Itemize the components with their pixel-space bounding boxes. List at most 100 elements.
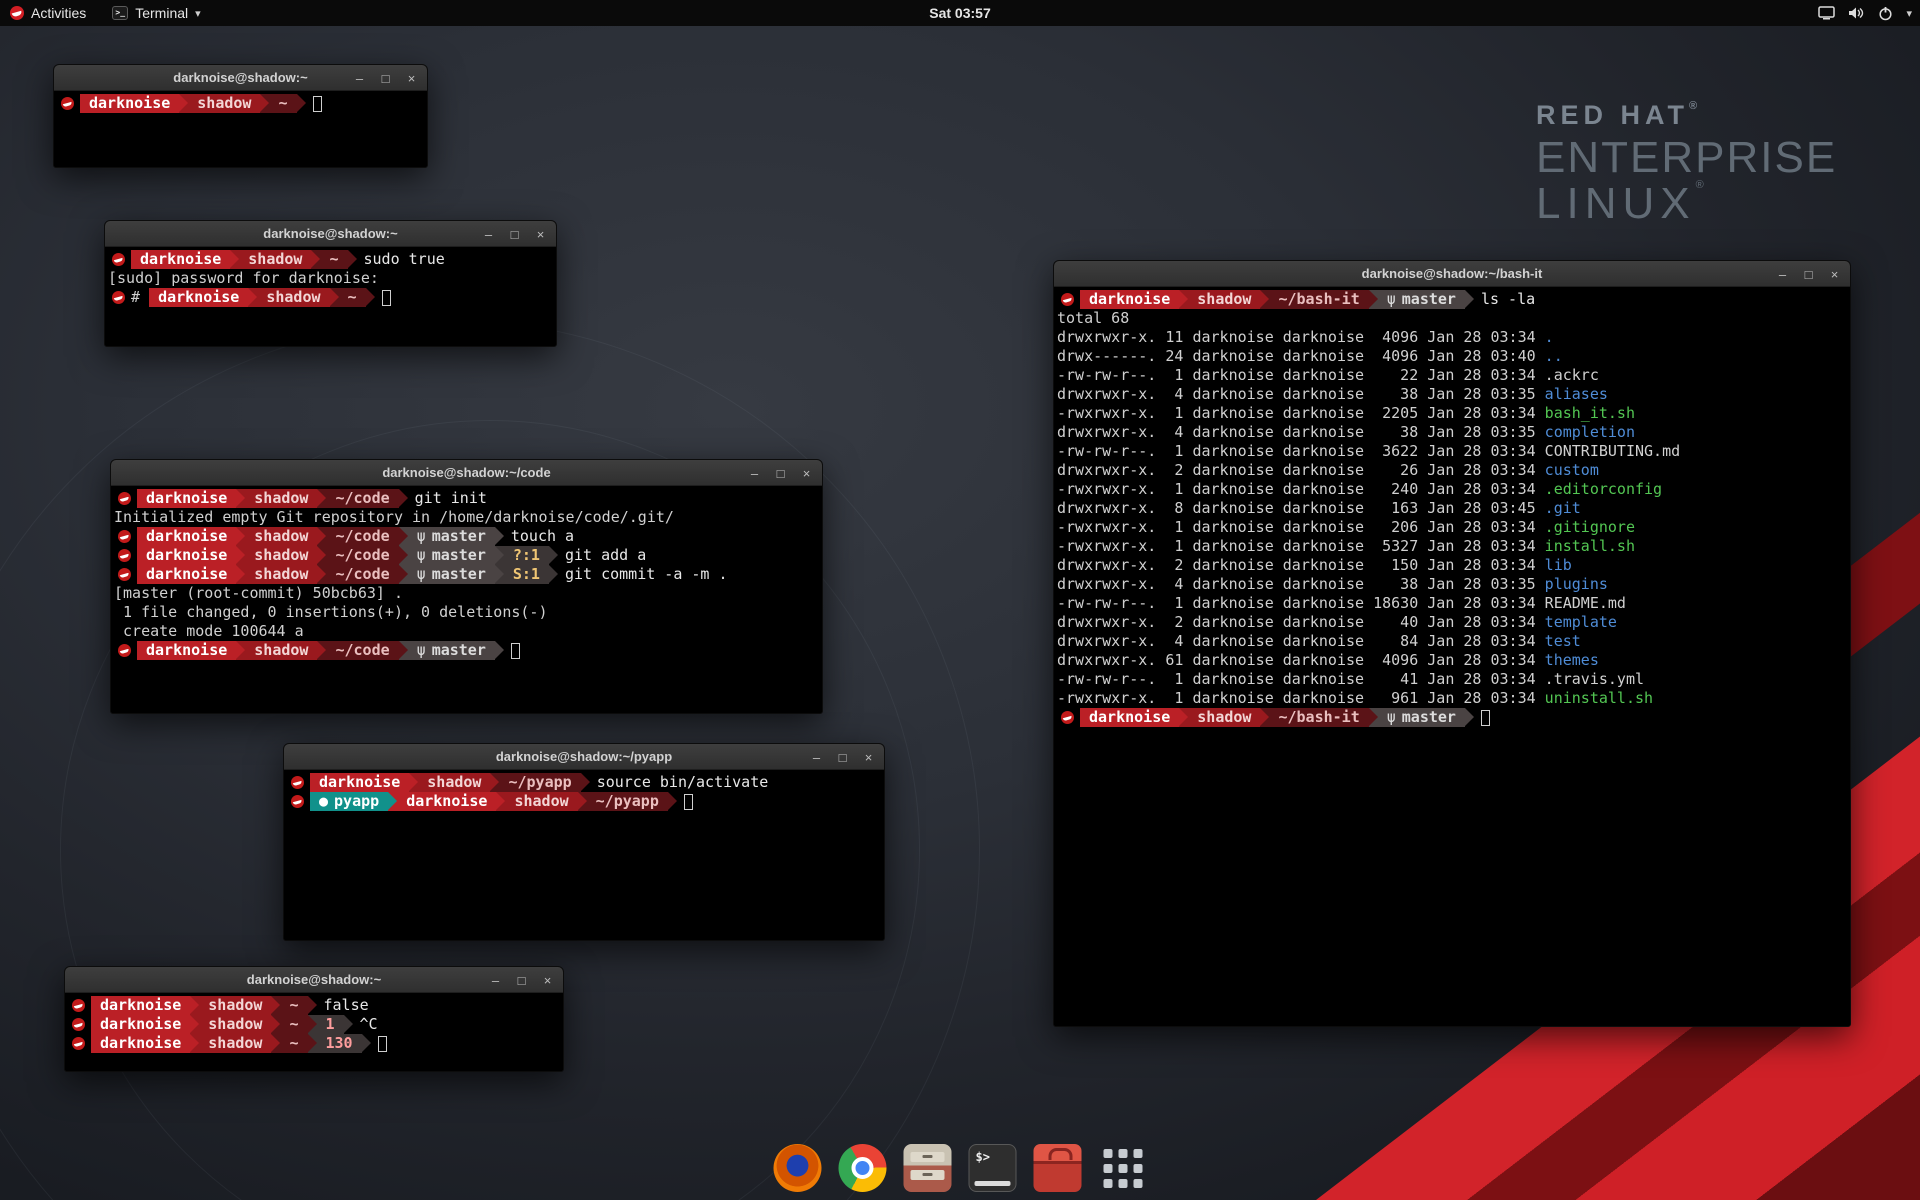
close-button[interactable]: × [541, 973, 554, 988]
terminal-line: darknoiseshadow~130 [68, 1034, 563, 1053]
maximize-button[interactable]: □ [379, 71, 392, 86]
close-button[interactable]: × [800, 466, 813, 481]
window-title: darknoise@shadow:~/code [111, 460, 822, 486]
app-grid-dot [1133, 1179, 1142, 1188]
prompt-segment-host: shadow [245, 565, 317, 584]
git-branch-icon: ψ [1387, 290, 1396, 309]
activities-label: Activities [31, 5, 86, 21]
branding-enterprise-text: ENTERPRISE [1536, 133, 1837, 183]
terminal-content[interactable]: darknoiseshadow~ [54, 91, 427, 113]
close-button[interactable]: × [405, 71, 418, 86]
command-text: ls -la [1481, 290, 1535, 309]
dock-toolbox-icon[interactable] [1034, 1144, 1082, 1192]
terminal-cursor [684, 794, 693, 810]
terminal-content[interactable]: darknoiseshadow~sudo true[sudo] password… [105, 247, 556, 307]
directory-name: lib [1545, 556, 1572, 575]
dock-show-applications-icon[interactable] [1099, 1144, 1147, 1192]
terminal-content[interactable]: darknoiseshadow~falsedarknoiseshadow~1^C… [65, 993, 563, 1053]
terminal-line: [sudo] password for darknoise: [108, 269, 556, 288]
terminal-line: -rw-rw-r--. 1 darknoise darknoise 22 Jan… [1057, 366, 1850, 385]
drawer-decoration [911, 1170, 945, 1180]
maximize-button[interactable]: □ [508, 227, 521, 242]
dock-firefox-icon[interactable] [774, 1144, 822, 1192]
minimize-button[interactable]: – [353, 71, 366, 86]
command-text: sudo true [364, 250, 445, 269]
power-icon [1878, 6, 1893, 21]
minimize-button[interactable]: – [1776, 267, 1789, 282]
powerline-arrow-icon [495, 527, 504, 546]
git-branch-icon: ψ [417, 546, 426, 565]
close-button[interactable]: × [862, 750, 875, 765]
powerline-arrow-icon [271, 1034, 280, 1053]
terminal-content[interactable]: darknoiseshadow~/pyappsource bin/activat… [284, 770, 884, 811]
output-text: [master (root-commit) 50bcb63] . [114, 584, 403, 603]
prompt-segment-host: shadow [188, 94, 260, 113]
maximize-button[interactable]: □ [836, 750, 849, 765]
directory-name: .. [1545, 347, 1563, 366]
git-branch-icon: ψ [1387, 708, 1396, 727]
window-titlebar[interactable]: darknoise@shadow:~/code – □ × [111, 460, 822, 486]
window-titlebar[interactable]: darknoise@shadow:~/bash-it – □ × [1054, 261, 1850, 287]
terminal-content[interactable]: darknoiseshadow~/bash-itψmasterls -latot… [1054, 287, 1850, 727]
minimize-button[interactable]: – [810, 750, 823, 765]
powerline-arrow-icon [308, 996, 317, 1015]
system-status-area[interactable]: ▾ [1818, 0, 1912, 26]
terminal-line: # darknoiseshadow~ [108, 288, 556, 307]
app-menu[interactable]: >_ Terminal ▾ [112, 0, 200, 26]
window-titlebar[interactable]: darknoise@shadow:~/pyapp – □ × [284, 744, 884, 770]
terminal-content[interactable]: darknoiseshadow~/codegit initInitialized… [111, 486, 822, 660]
window-titlebar[interactable]: darknoise@shadow:~ – □ × [65, 967, 563, 993]
terminal-line: darknoiseshadow~1^C [68, 1015, 563, 1034]
dock-files-icon[interactable] [904, 1144, 952, 1192]
top-bar: Activities >_ Terminal ▾ Sat 03:57 ▾ [0, 0, 1920, 26]
clock[interactable]: Sat 03:57 [0, 5, 1920, 21]
window-titlebar[interactable]: darknoise@shadow:~ – □ × [105, 221, 556, 247]
powerline-arrow-icon [409, 773, 418, 792]
output-text: -rwxrwxr-x. 1 darknoise darknoise 240 Ja… [1057, 480, 1545, 499]
terminal-line: -rwxrwxr-x. 1 darknoise darknoise 240 Ja… [1057, 480, 1850, 499]
output-text: -rw-rw-r--. 1 darknoise darknoise 3622 J… [1057, 442, 1545, 461]
window-titlebar[interactable]: darknoise@shadow:~ – □ × [54, 65, 427, 91]
executable-name: bash_it.sh [1545, 404, 1635, 423]
minimize-button[interactable]: – [489, 973, 502, 988]
prompt-segment-status: S:1 [504, 565, 549, 584]
powerline-arrow-icon [236, 489, 245, 508]
command-text: false [324, 996, 369, 1015]
terminal-window: darknoise@shadow:~ – □ × darknoiseshadow… [64, 966, 564, 1072]
dock-chrome-icon[interactable] [839, 1144, 887, 1192]
maximize-button[interactable]: □ [774, 466, 787, 481]
activities-button[interactable]: Activities [10, 0, 86, 26]
close-button[interactable]: × [1828, 267, 1841, 282]
minimize-button[interactable]: – [482, 227, 495, 242]
output-text: drwx------. 24 darknoise darknoise 4096 … [1057, 347, 1545, 366]
git-branch-icon: ψ [417, 641, 426, 660]
window-title: darknoise@shadow:~/pyapp [284, 744, 884, 770]
output-text: -rw-rw-r--. 1 darknoise darknoise 41 Jan… [1057, 670, 1545, 689]
close-button[interactable]: × [534, 227, 547, 242]
terminal-line: drwxrwxr-x. 2 darknoise darknoise 40 Jan… [1057, 613, 1850, 632]
powerline-arrow-icon [578, 792, 587, 811]
display-icon [1818, 6, 1835, 20]
command-text: source bin/activate [597, 773, 769, 792]
prompt-segment-host: shadow [418, 773, 490, 792]
prompt-segment-user: darknoise [137, 489, 236, 508]
volume-icon [1848, 6, 1865, 20]
branding-line1: RED HAT [1536, 100, 1689, 130]
prompt-segment-path: ~/bash-it [1269, 290, 1368, 309]
minimize-button[interactable]: – [748, 466, 761, 481]
maximize-button[interactable]: □ [515, 973, 528, 988]
directory-name: . [1545, 328, 1554, 347]
powerline-arrow-icon [317, 565, 326, 584]
redhat-prompt-icon [118, 530, 131, 543]
terminal-cursor [511, 643, 520, 659]
command-text: git commit -a -m . [565, 565, 728, 584]
app-grid-dot [1118, 1179, 1127, 1188]
prompt-segment-host: shadow [245, 641, 317, 660]
terminal-line: darknoiseshadow~/codeψmasterS:1git commi… [114, 565, 822, 584]
terminal-line: darknoiseshadow~sudo true [108, 250, 556, 269]
dock-terminal-icon[interactable]: $> [969, 1144, 1017, 1192]
maximize-button[interactable]: □ [1802, 267, 1815, 282]
prompt-segment-host: shadow [505, 792, 577, 811]
registered-mark: ® [1696, 179, 1710, 191]
prompt-segment-path: ~/pyapp [499, 773, 580, 792]
